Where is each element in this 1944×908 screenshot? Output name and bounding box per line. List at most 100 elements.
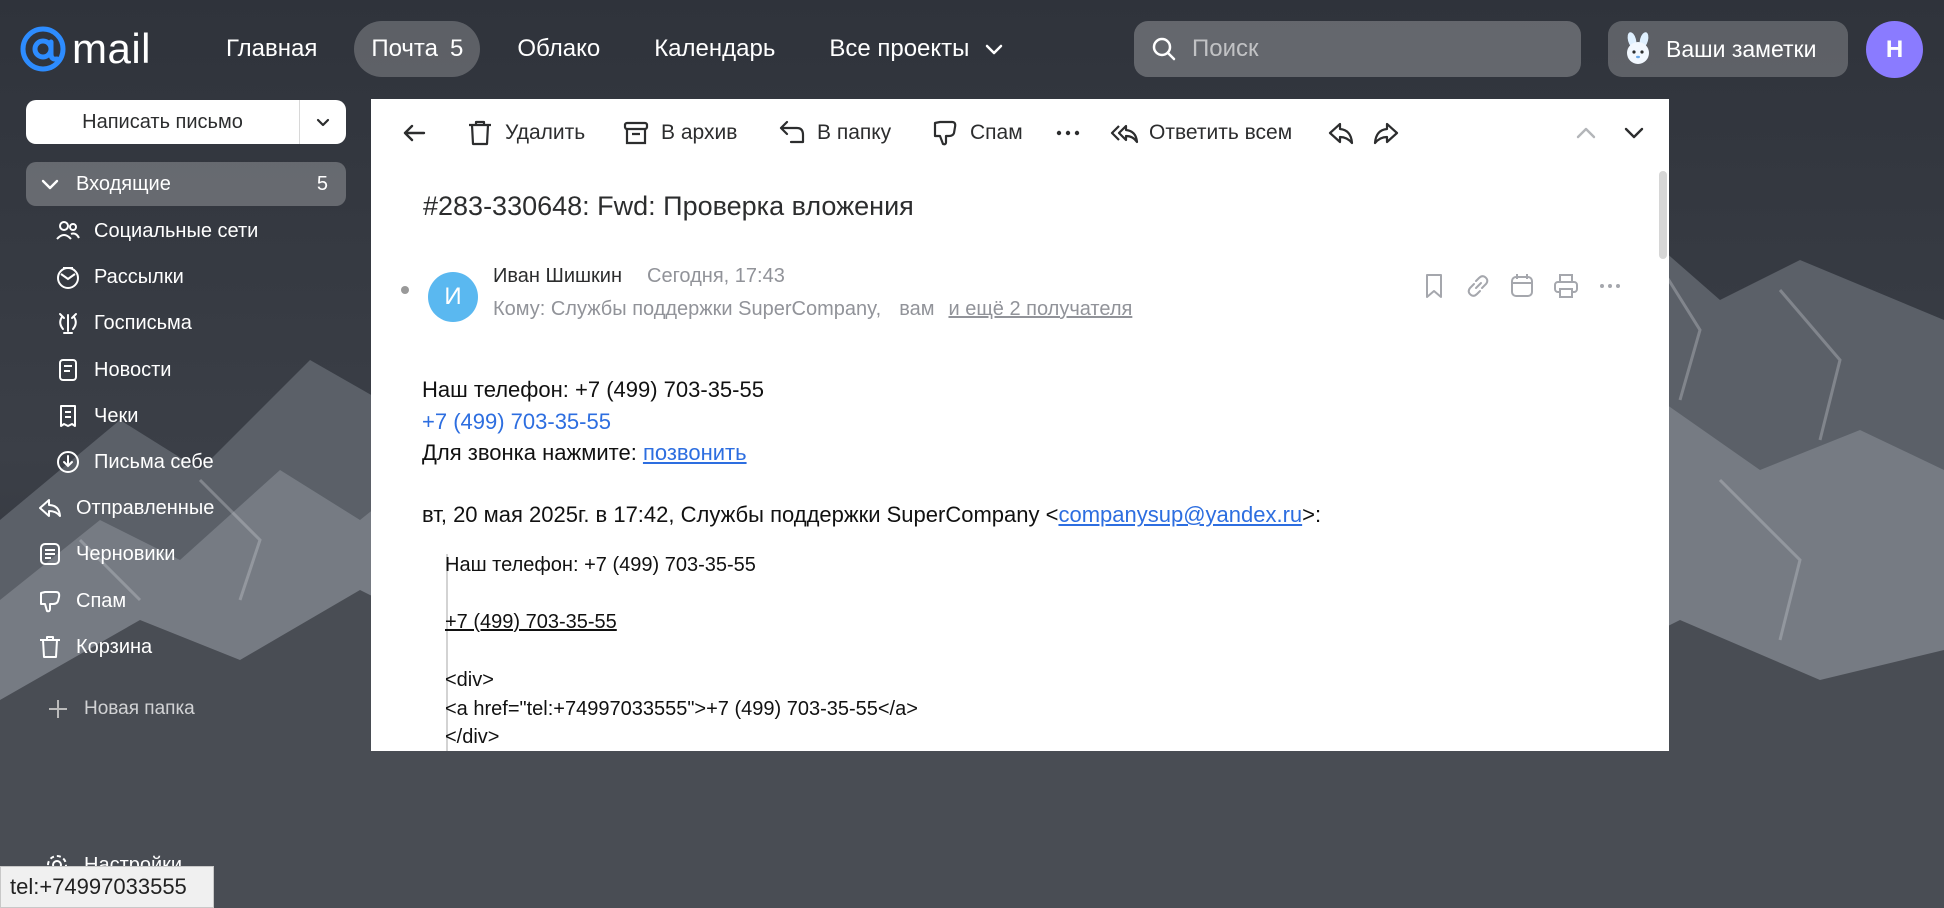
newsletter-icon [57,267,79,289]
spam-icon [40,591,61,613]
link-icon[interactable] [1463,271,1493,301]
mail-logo[interactable]: mail [18,24,151,74]
next-message-button[interactable] [1619,117,1649,149]
bunny-notes-icon [1627,32,1649,64]
chevron-down-icon [41,179,59,190]
archive-icon [623,121,649,145]
nav-mail[interactable]: Почта 5 [354,21,481,77]
news-icon [59,359,77,381]
bookmark-icon[interactable] [1419,271,1449,301]
message-toolbar: Удалить В архив В папку Спам Ответить вс… [371,99,1669,165]
archive-button[interactable]: В архив [621,117,737,149]
sidebar-item-spam[interactable]: Спам [26,579,346,623]
chevron-down-icon [1624,127,1644,139]
forward-button[interactable] [1371,117,1401,149]
top-header: mail Главная Почта 5 Облако Календарь Все… [0,0,1944,100]
people-icon [56,221,80,240]
new-folder-button[interactable]: Новая папка [26,687,346,731]
spam-button[interactable]: Спам [930,117,1023,149]
quote-phone-link[interactable]: +7 (499) 703-35-55 [445,611,617,634]
quote-line-5: </div> [445,726,500,748]
nav-cloud[interactable]: Облако [500,21,617,77]
emblem-icon [59,313,77,334]
at-sign-icon [20,26,66,72]
drafts-icon [40,543,60,565]
move-to-folder-button[interactable]: В папку [777,117,891,149]
receipt-icon [60,405,76,427]
trash-icon [40,636,60,658]
thumbs-down-icon [933,120,957,146]
quote-email-link[interactable]: companysup@yandex.ru [1058,502,1302,527]
message-panel: Удалить В архив В папку Спам Ответить вс… [371,99,1669,751]
sidebar-item-gov[interactable]: Госписьма [26,301,346,345]
back-button[interactable] [399,117,429,149]
sidebar-item-trash[interactable]: Корзина [26,625,346,669]
link-status-tooltip: tel:+74997033555 [0,866,214,908]
trash-icon [469,120,491,146]
forward-icon [1373,122,1399,145]
body-call-line: Для звонка нажмите: позвонить [422,440,747,465]
sidebar-item-to-self[interactable]: Письма себе [26,440,346,484]
logo-text: mail [72,25,152,72]
search-box[interactable] [1134,21,1581,77]
notes-button[interactable]: Ваши заметки [1608,21,1848,77]
unread-dot[interactable] [401,286,409,294]
move-folder-icon [779,120,805,144]
sidebar: Написать письмо Входящие 5 Социальные се… [0,100,360,908]
mail-unread-badge: 5 [450,35,464,62]
message-subject: #283-330648: Fwd: Проверка вложения [423,191,914,221]
print-icon[interactable] [1551,271,1581,301]
sidebar-item-drafts[interactable]: Черновики [26,532,346,576]
sidebar-item-receipts[interactable]: Чеки [26,394,346,438]
sidebar-item-news[interactable]: Новости [26,348,346,392]
message-action-icons [1419,271,1639,301]
calendar-icon[interactable] [1507,271,1537,301]
inbox-count: 5 [316,172,328,195]
quote-line-4: <a href="tel:+74997033555">+7 (499) 703-… [445,698,918,720]
arrow-left-icon [403,124,426,142]
user-avatar[interactable]: Н [1866,21,1923,78]
quote-bar [446,554,448,751]
sent-icon [39,499,61,517]
previous-message-button[interactable] [1571,117,1601,149]
sender-avatar[interactable]: И [428,272,478,322]
nav-calendar[interactable]: Календарь [637,21,792,77]
sidebar-item-sent[interactable]: Отправленные [26,486,346,530]
more-actions-button[interactable] [1053,117,1083,149]
nav-home[interactable]: Главная [209,21,334,77]
message-time: Сегодня, 17:43 [647,265,785,287]
plus-icon [49,700,67,718]
compose-button-group: Написать письмо [26,100,346,144]
chevron-down-icon [316,118,330,127]
sidebar-item-inbox[interactable]: Входящие 5 [26,162,346,206]
more-horizontal-icon[interactable] [1595,271,1625,301]
sidebar-item-social[interactable]: Социальные сети [26,209,346,253]
reply-icon [1328,122,1354,145]
recipients-line: Кому: Службы поддержки SuperCompany, вам и… [493,298,1133,320]
delete-button[interactable]: Удалить [465,117,585,149]
chevron-up-icon [1576,127,1596,139]
reply-button[interactable] [1326,117,1356,149]
download-icon [57,451,79,473]
reply-all-icon [1110,124,1139,144]
search-icon [1152,37,1176,61]
body-phone-line: Наш телефон: +7 (499) 703-35-55 [422,377,764,402]
sender-name[interactable]: Иван Шишкин [493,265,622,288]
quote-line-3: <div> [445,669,494,691]
more-horizontal-icon [1056,130,1080,136]
body-phone-link[interactable]: +7 (499) 703-35-55 [422,409,611,435]
message-scrollbar[interactable] [1659,171,1667,259]
sidebar-item-newsletters[interactable]: Рассылки [26,255,346,299]
quote-line-1: Наш телефон: +7 (499) 703-35-55 [445,554,756,576]
reply-all-button[interactable]: Ответить всем [1109,117,1292,149]
top-nav: Главная Почта 5 Облако Календарь Все прое… [209,21,1042,77]
nav-all-projects[interactable]: Все проекты [812,21,1022,77]
chevron-down-icon [986,44,1003,55]
compose-options-button[interactable] [300,100,346,144]
more-recipients-link[interactable]: и ещё 2 получателя [948,298,1132,320]
quote-header: вт, 20 мая 2025г. в 17:42, Службы поддер… [422,502,1322,527]
notes-label: Ваши заметки [1666,35,1817,62]
call-link[interactable]: позвонить [643,440,747,465]
search-input[interactable] [1192,35,1572,63]
compose-button[interactable]: Написать письмо [26,100,300,144]
